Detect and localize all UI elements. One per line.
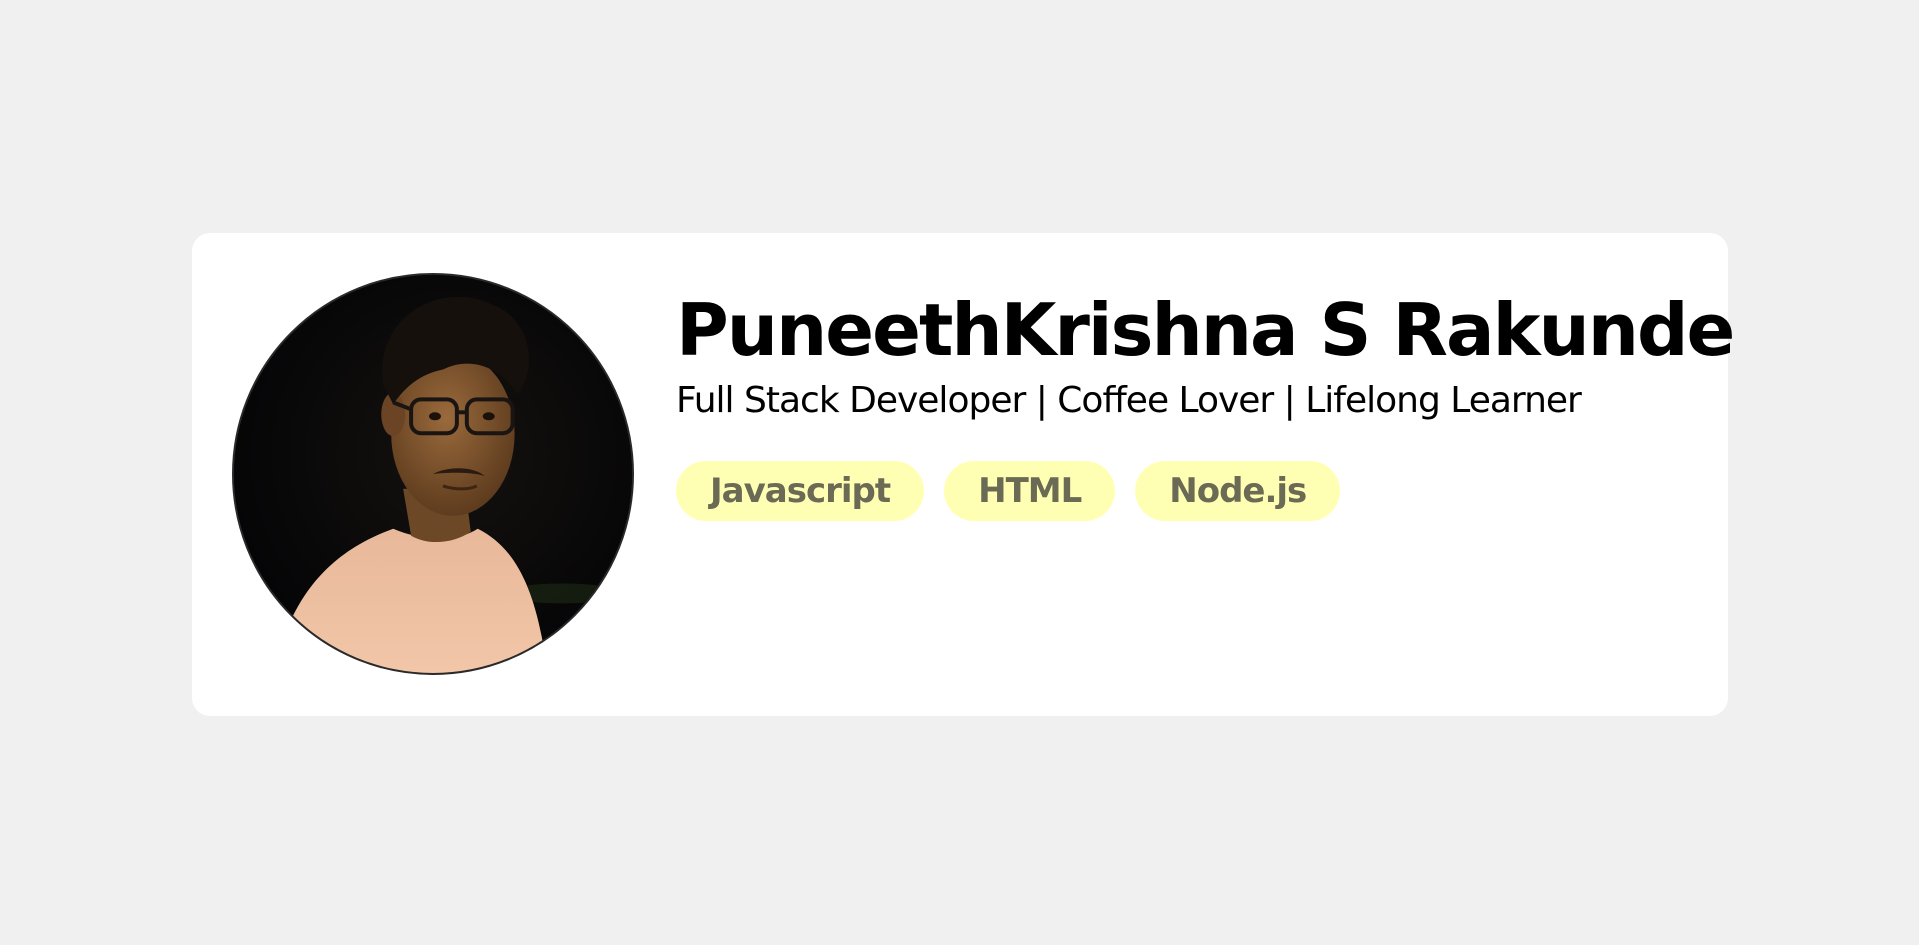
profile-photo-icon [234, 275, 632, 673]
profile-tagline: Full Stack Developer | Coffee Lover | Li… [676, 380, 1582, 422]
profile-name: PuneethKrishna S Rakunde [676, 288, 1735, 372]
skill-tag-html: HTML [944, 460, 1116, 521]
profile-info: PuneethKrishna S Rakunde Full Stack Deve… [676, 287, 1735, 521]
skill-tag-javascript: Javascript [676, 460, 925, 521]
skill-tags: Javascript HTML Node.js [676, 460, 1698, 521]
profile-card: PuneethKrishna S Rakunde Full Stack Deve… [192, 233, 1735, 716]
skill-tag-nodejs: Node.js [1135, 460, 1341, 521]
avatar [232, 273, 634, 675]
